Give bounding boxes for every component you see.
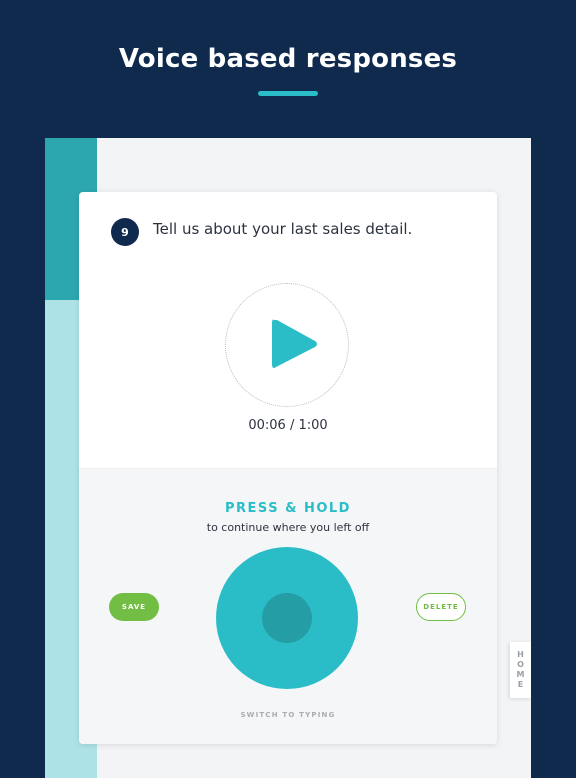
record-button-core [262,593,312,643]
question-number-badge: 9 [111,218,139,246]
press-hold-label: PRESS & HOLD [225,501,351,516]
record-button[interactable] [216,547,358,689]
page-headline: Voice based responses [118,44,458,74]
play-icon [272,319,317,368]
switch-to-typing-link[interactable]: SWITCH TO TYPING [79,711,497,719]
home-tab[interactable]: HOME [510,642,531,698]
headline-underline [258,91,318,96]
play-button[interactable] [225,283,349,407]
question-text: Tell us about your last sales detail. [153,220,413,238]
home-tab-label: HOME [516,650,525,689]
press-hold-hint: to continue where you left off [206,521,370,534]
playback-timer: 00:06 / 1:00 [248,418,328,433]
delete-button[interactable]: DELETE [416,593,466,621]
save-button[interactable]: SAVE [109,593,159,621]
question-card: 9 Tell us about your last sales detail. … [79,192,497,744]
record-panel: PRESS & HOLD to continue where you left … [79,468,497,744]
app-screen: 9 Tell us about your last sales detail. … [45,138,531,778]
